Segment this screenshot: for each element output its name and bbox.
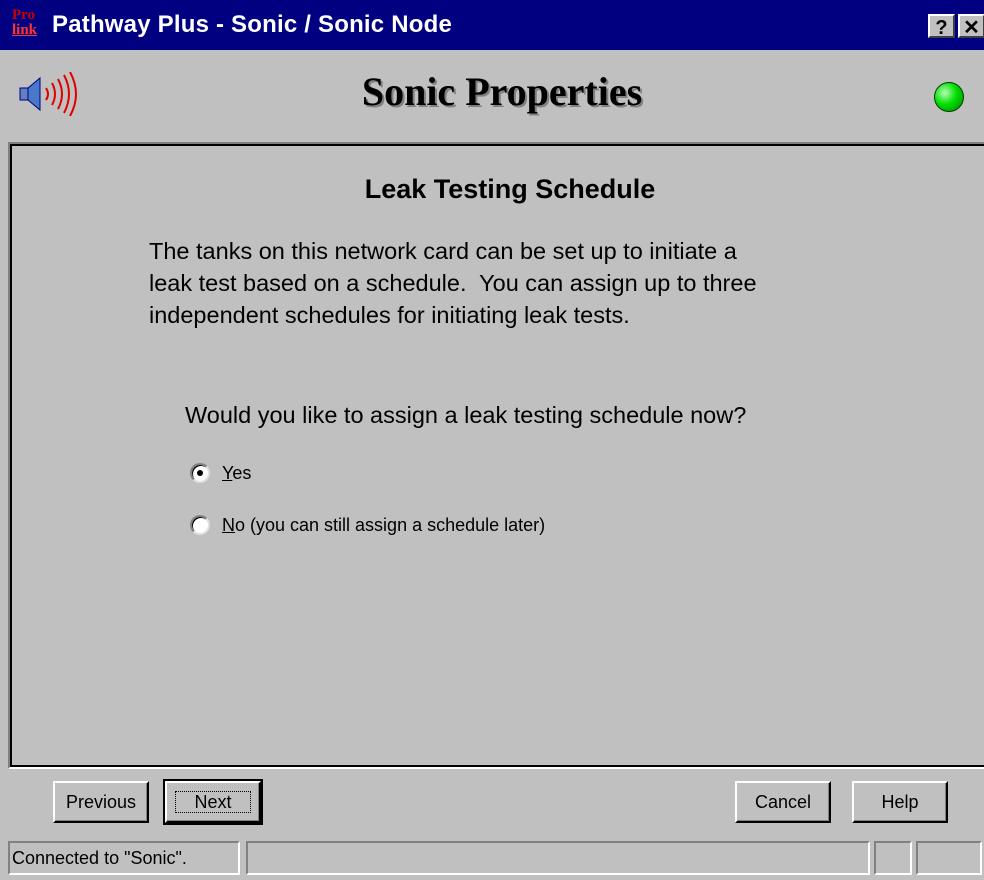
radio-no[interactable]: [190, 515, 210, 535]
title-bar[interactable]: Pro link Pathway Plus - Sonic / Sonic No…: [0, 0, 984, 50]
wizard-panel: Leak Testing Schedule The tanks on this …: [8, 142, 984, 769]
page-title: Sonic Properties: [361, 69, 643, 114]
connection-status-led: [934, 82, 964, 112]
status-panel-right: [916, 841, 982, 875]
properties-header: Sonic Properties: [0, 50, 984, 135]
status-panel-small: [874, 841, 912, 875]
schedule-question: Would you like to assign a leak testing …: [185, 402, 747, 428]
section-heading: Leak Testing Schedule: [364, 174, 656, 204]
status-text: Connected to "Sonic".: [8, 841, 240, 875]
next-button[interactable]: Next: [163, 779, 263, 825]
app-icon-text-top: Pro: [12, 7, 36, 23]
cancel-button[interactable]: Cancel: [735, 781, 831, 823]
radio-yes[interactable]: [190, 463, 210, 483]
radio-yes-label: Yes: [222, 462, 252, 483]
help-title-button[interactable]: ?: [928, 14, 955, 39]
status-panel-empty: [246, 841, 870, 875]
close-icon[interactable]: ✕: [958, 14, 984, 39]
window-title: Pathway Plus - Sonic / Sonic Node: [52, 11, 453, 38]
description-text: The tanks on this network card can be se…: [149, 235, 869, 331]
description-line: leak test based on a schedule. You can a…: [149, 270, 757, 296]
radio-no-option[interactable]: No (you can still assign a schedule late…: [190, 512, 545, 538]
description-line: independent schedules for initiating lea…: [149, 302, 630, 328]
app-icon-text-bottom: link: [12, 22, 38, 38]
help-button[interactable]: Help: [852, 781, 948, 823]
previous-button[interactable]: Previous: [53, 781, 149, 823]
prolink-app-icon: Pro link: [12, 8, 48, 44]
description-line: The tanks on this network card can be se…: [149, 238, 737, 264]
radio-yes-option[interactable]: Yes: [190, 460, 251, 486]
radio-no-label: No (you can still assign a schedule late…: [222, 514, 546, 535]
